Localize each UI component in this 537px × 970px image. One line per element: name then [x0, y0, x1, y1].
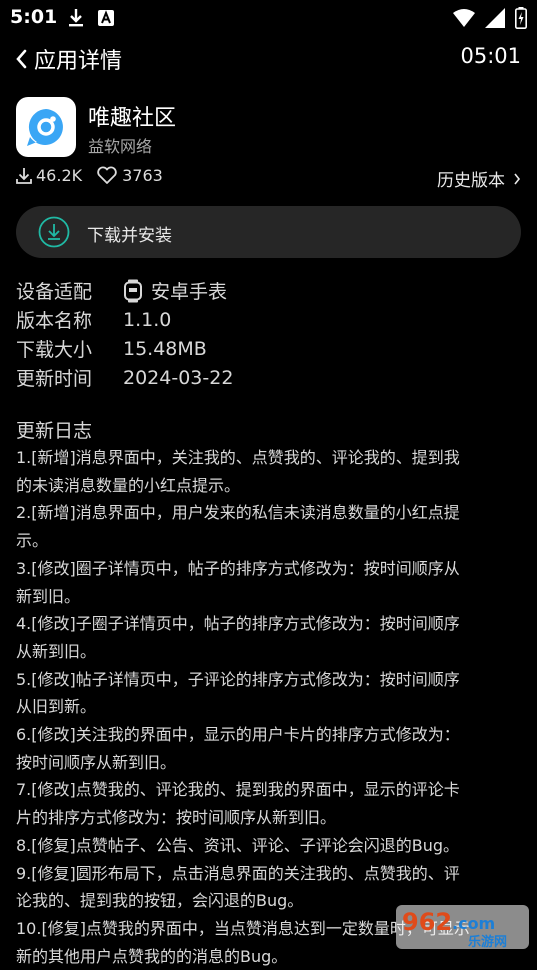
watermark-domain: .com	[452, 914, 495, 933]
status-time: 5:01	[10, 6, 58, 28]
app-info-section: 设备适配 安卓手表 版本名称 1.1.0 下载大小 15.48MB 更新时间 2…	[16, 276, 233, 392]
download-install-button[interactable]: 下载并安装	[16, 206, 521, 258]
device-value-wrap: 安卓手表	[123, 277, 227, 304]
info-row-size: 下载大小 15.48MB	[16, 334, 233, 363]
page-title: 应用详情	[34, 49, 123, 74]
like-count: 3763	[122, 166, 163, 185]
size-label: 下载大小	[16, 339, 93, 361]
watermark-badge: 962 .com 乐游网	[396, 905, 529, 950]
download-icon	[69, 9, 83, 27]
info-row-device: 设备适配 安卓手表	[16, 276, 233, 305]
date-value: 2024-03-22	[123, 366, 234, 389]
install-label: 下载并安装	[87, 226, 172, 246]
install-download-icon	[38, 216, 70, 248]
history-versions-link[interactable]: 历史版本	[437, 166, 521, 191]
watermark-brand: 962	[402, 908, 452, 936]
watch-icon	[124, 279, 142, 302]
app-developer: 益软网络	[88, 137, 153, 156]
download-count-icon	[16, 167, 32, 184]
wifi-icon	[453, 9, 475, 27]
header-clock: 05:01	[460, 44, 521, 68]
history-label: 历史版本	[437, 171, 505, 191]
info-row-version: 版本名称 1.1.0	[16, 305, 233, 334]
heart-icon	[97, 166, 117, 184]
signal-icon	[485, 8, 505, 28]
info-row-date: 更新时间 2024-03-22	[16, 363, 233, 392]
back-button[interactable]	[12, 44, 34, 74]
version-label: 版本名称	[16, 310, 93, 332]
status-left-icons	[68, 8, 114, 28]
battery-icon	[515, 7, 527, 29]
app-stats: 46.2K 3763	[16, 166, 163, 185]
app-icon	[16, 97, 76, 157]
chevron-left-icon	[16, 49, 27, 69]
watermark-subtitle: 乐游网	[468, 934, 507, 950]
a-notification-icon	[98, 10, 114, 26]
date-label: 更新时间	[16, 368, 93, 390]
app-name: 唯趣社区	[88, 106, 177, 131]
status-right-icons	[453, 7, 527, 29]
size-value: 15.48MB	[123, 337, 207, 360]
device-value: 安卓手表	[151, 281, 228, 303]
app-bar: 应用详情 05:01	[0, 40, 537, 80]
watermark-logo: 962 .com 乐游网	[396, 903, 529, 951]
changelog-text: 1.[新增]消息界面中，关注我的、点赞我的、评论我的、提到我 的未读消息数量的小…	[16, 448, 470, 966]
device-label: 设备适配	[16, 281, 93, 303]
download-count: 46.2K	[36, 166, 83, 185]
status-bar: 5:01	[0, 0, 537, 36]
app-logo-icon	[27, 109, 63, 146]
changelog-section: 更新日志 1.[新增]消息界面中，关注我的、点赞我的、评论我的、提到我 的未读消…	[16, 416, 516, 970]
changelog-title: 更新日志	[16, 420, 93, 442]
version-value: 1.1.0	[123, 308, 172, 331]
chevron-right-icon	[514, 173, 521, 184]
